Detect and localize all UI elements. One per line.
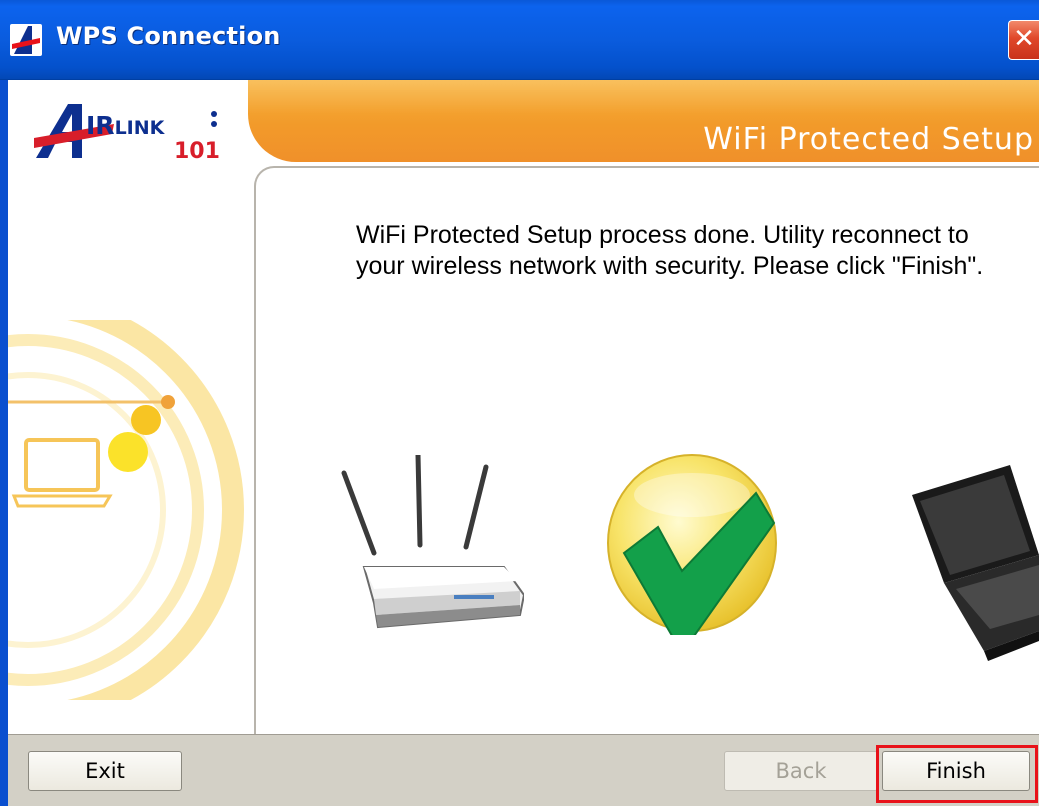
header-banner: WiFi Protected Setup — [248, 80, 1039, 162]
status-message: WiFi Protected Setup process done. Utili… — [356, 221, 984, 280]
laptop-icon — [912, 465, 1039, 661]
router-icon — [341, 455, 524, 629]
client-area: IRLINK 101 WiFi Protected Setup WiFi Pro… — [8, 80, 1039, 806]
window-title: WPS Connection — [56, 22, 281, 50]
button-bar: Exit Back Finish — [8, 734, 1039, 806]
back-button[interactable]: Back — [724, 751, 878, 791]
logo-wordmark: IRLINK — [86, 111, 166, 140]
success-check-icon — [607, 454, 777, 635]
window-frame-left — [0, 80, 8, 806]
logo-number: 101 — [174, 139, 220, 164]
exit-button[interactable]: Exit — [28, 751, 182, 791]
banner-title: WiFi Protected Setup — [703, 122, 1034, 157]
close-icon: ✕ — [1013, 24, 1035, 54]
finish-highlight-box — [876, 745, 1038, 803]
app-icon — [10, 24, 42, 56]
airlink-logo: IRLINK 101 — [34, 104, 220, 164]
title-bar: WPS Connection ✕ — [0, 0, 1039, 80]
close-button[interactable]: ✕ — [1008, 20, 1039, 60]
left-decoration-graphic — [8, 320, 244, 700]
